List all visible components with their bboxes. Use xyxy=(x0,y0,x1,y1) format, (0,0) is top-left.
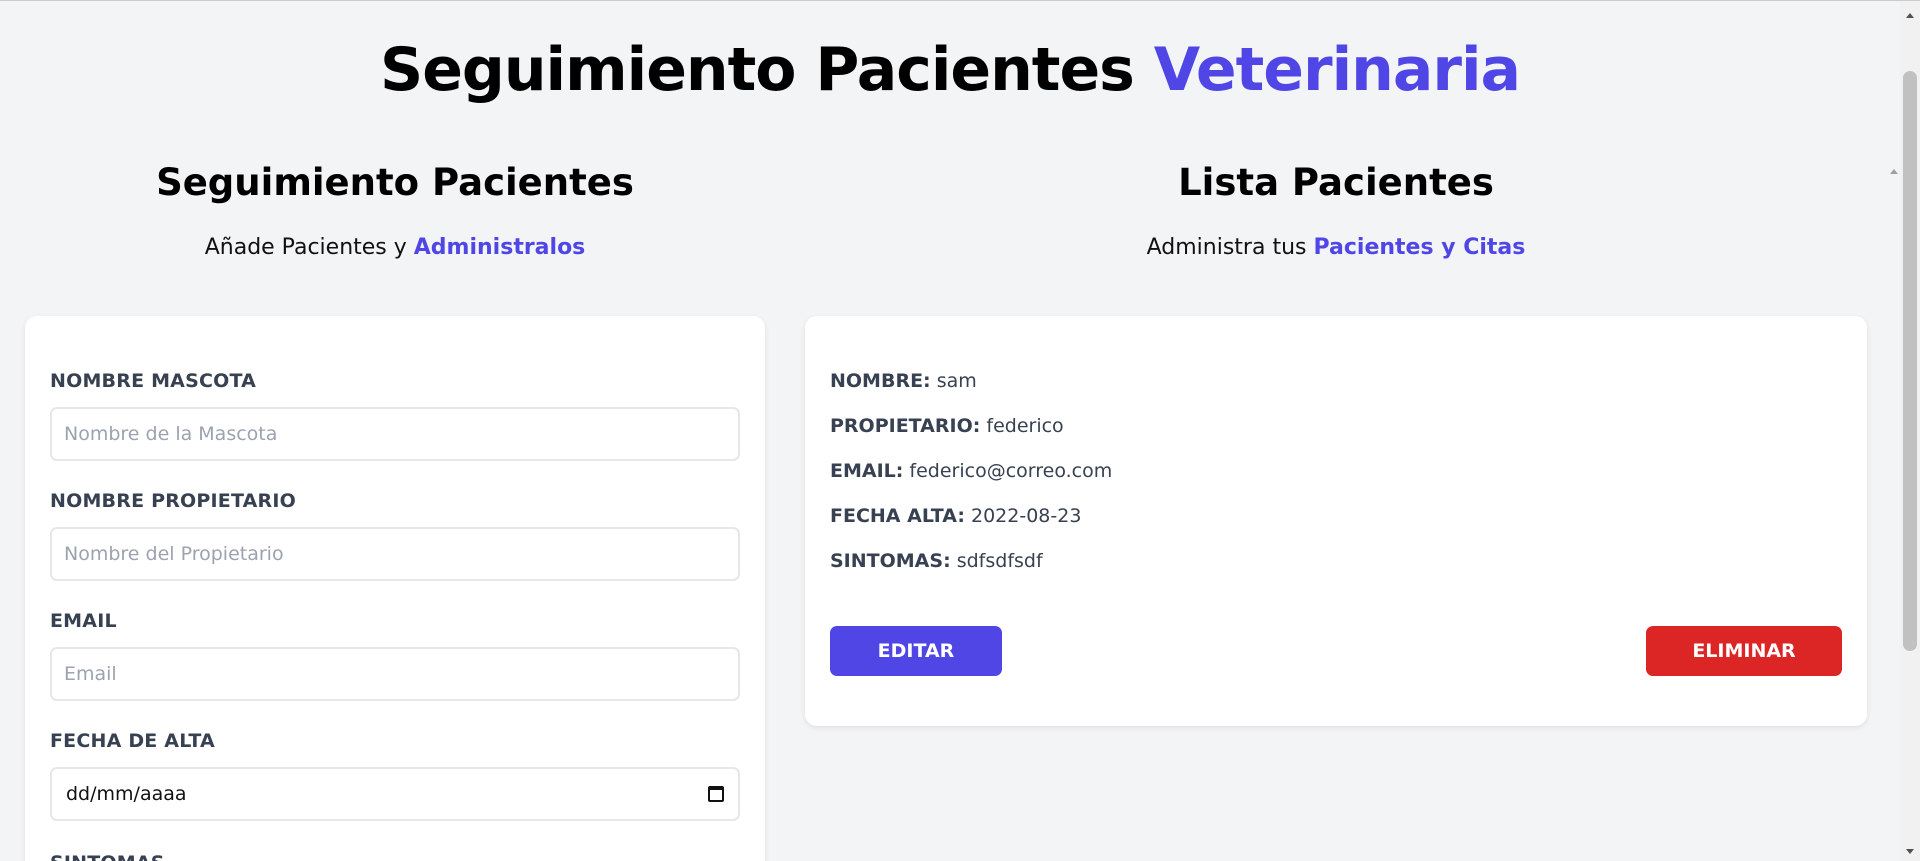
owner-name-input[interactable] xyxy=(50,527,740,581)
owner-name-label: NOMBRE PROPIETARIO xyxy=(50,490,296,512)
scroll-thumb[interactable] xyxy=(1903,71,1917,651)
scroll-down-arrow-icon[interactable] xyxy=(1906,849,1914,854)
email-label: EMAIL xyxy=(50,610,117,632)
list-subtitle-accent: Pacientes y Citas xyxy=(1313,235,1526,260)
pet-name-input[interactable] xyxy=(50,407,740,461)
page-scrollbar[interactable] xyxy=(1900,1,1920,861)
form-heading: Seguimiento Pacientes xyxy=(156,161,634,204)
form-subtitle-text: Añade Pacientes y xyxy=(204,235,407,260)
patient-owner-label: PROPIETARIO: xyxy=(830,415,981,437)
pet-name-label: NOMBRE MASCOTA xyxy=(50,370,257,392)
patient-name-value: sam xyxy=(936,370,977,392)
page-title-accent: Veterinaria xyxy=(1153,35,1521,105)
scroll-up-arrow-icon[interactable] xyxy=(1906,13,1914,18)
patient-form: NOMBRE MASCOTA NOMBRE PROPIETARIO EMAIL … xyxy=(25,316,765,861)
patient-card: NOMBRE: sam PROPIETARIO: federico EMAIL:… xyxy=(805,316,1867,726)
patient-date-value: 2022-08-23 xyxy=(970,505,1082,527)
patient-symptoms-label: SINTOMAS: xyxy=(830,550,951,572)
list-heading: Lista Pacientes xyxy=(1178,161,1494,204)
inner-scroll-up-arrow-icon[interactable] xyxy=(1890,169,1898,174)
edit-button[interactable]: Editar xyxy=(830,626,1002,676)
symptoms-label: SINTOMAS xyxy=(50,852,165,861)
patient-date-label: FECHA ALTA: xyxy=(830,505,965,527)
form-subtitle-accent: Administralos xyxy=(413,235,586,260)
patient-email-row: EMAIL: federico@correo.com xyxy=(830,460,1112,482)
patient-symptoms-value: sdfsdfsdf xyxy=(956,550,1043,572)
patient-name-label: NOMBRE: xyxy=(830,370,931,392)
patient-email-value: federico@correo.com xyxy=(909,460,1113,482)
patient-name-row: NOMBRE: sam xyxy=(830,370,977,392)
page-title: Seguimiento Pacientes Veterinaria xyxy=(0,35,1900,105)
patient-date-row: FECHA ALTA: 2022-08-23 xyxy=(830,505,1081,527)
form-subtitle: Añade Pacientes y Administralos xyxy=(25,235,765,260)
patient-symptoms-row: SINTOMAS: sdfsdfsdf xyxy=(830,550,1043,572)
patient-owner-row: PROPIETARIO: federico xyxy=(830,415,1064,437)
date-label: FECHA DE ALTA xyxy=(50,730,215,752)
patient-owner-value: federico xyxy=(986,415,1064,437)
delete-button[interactable]: Eliminar xyxy=(1646,626,1842,676)
email-input[interactable] xyxy=(50,647,740,701)
patient-email-label: EMAIL: xyxy=(830,460,904,482)
calendar-icon[interactable] xyxy=(708,786,724,802)
page-title-main: Seguimiento Pacientes xyxy=(379,35,1135,105)
date-placeholder: dd/mm/aaaa xyxy=(66,783,187,805)
list-subtitle-text: Administra tus xyxy=(1146,235,1307,260)
date-input[interactable]: dd/mm/aaaa xyxy=(50,767,740,821)
list-subtitle: Administra tus Pacientes y Citas xyxy=(805,235,1867,260)
